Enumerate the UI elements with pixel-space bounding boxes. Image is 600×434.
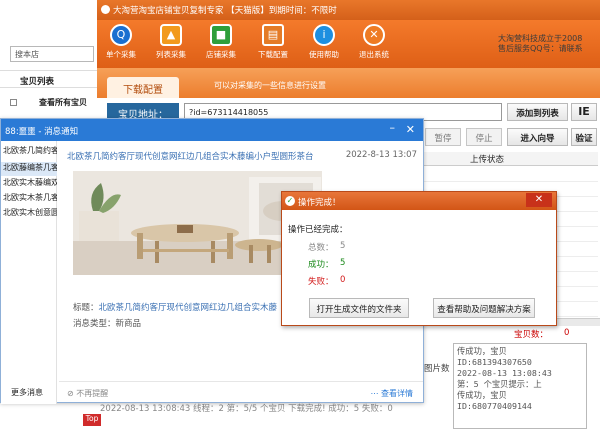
log-line: 第：5 个宝贝提示：上	[457, 379, 542, 389]
fail-label: 失败：	[308, 277, 334, 287]
item-checkbox[interactable]	[10, 99, 17, 106]
dialog-close-button[interactable]: ✕	[526, 193, 552, 207]
log-line: ID:680770409144	[457, 401, 532, 411]
open-folder-button[interactable]: 打开生成文件的文件夹	[309, 298, 409, 318]
tab-bar: 下载配置 可以对采集的一些信息进行设置	[97, 68, 600, 98]
close-icon[interactable]: ✕	[406, 123, 415, 136]
no-remind-icon: ⊘	[67, 389, 77, 398]
main-title-bar: 大淘营淘宝店铺宝贝复制专家 【天猫版】到期时间：不限时	[97, 0, 600, 20]
exit-button[interactable]: ✕ 退出系统	[354, 24, 394, 66]
notification-list-item[interactable]: 北欧实木茶几客厅...	[1, 192, 57, 206]
fail-value: 0	[340, 275, 346, 285]
chat-icon: ⋯	[370, 389, 381, 398]
detail-title-label: 标题：	[73, 303, 99, 313]
ie-button[interactable]: IE	[571, 103, 597, 121]
no-remind-label: 不再提醒	[76, 389, 109, 398]
view-detail-label: 查看详情	[381, 389, 413, 398]
notification-list-item[interactable]: 北欧藤编茶几客厅...	[1, 162, 57, 176]
detail-title-value[interactable]: 北欧茶几简约客厅现代创意网红边几组合实木藤	[99, 303, 278, 313]
status-line: 2022-08-13 13:08:43 线程：2 第：5/5 个宝贝 下载完成!…	[100, 404, 393, 414]
stop-button[interactable]: 停止	[466, 128, 502, 146]
tab-download-config[interactable]: 下载配置	[107, 77, 179, 98]
more-messages-link[interactable]: 更多消息	[11, 387, 43, 398]
item-list-header: 宝贝列表	[0, 70, 100, 88]
completed-label: 操作已经完成：	[288, 225, 348, 235]
download-config-button[interactable]: ▤ 下载配置	[253, 24, 293, 66]
total-label: 总数：	[308, 243, 334, 253]
help-solutions-button[interactable]: 查看帮助及问题解决方案	[433, 298, 535, 318]
notification-list-item[interactable]: 北欧实木创意圆形...	[1, 207, 57, 221]
item-count-value: 0	[564, 328, 570, 338]
log-line: 2022-08-13 13:08:43	[457, 368, 552, 378]
total-value: 5	[340, 241, 346, 251]
item-list-row-label: 查看所有宝贝	[39, 98, 87, 107]
help-icon: i	[313, 24, 335, 46]
no-remind-toggle[interactable]: ⊘ 不再提醒	[67, 388, 108, 399]
company-info-line2: 售后服务QQ号：请联系	[498, 44, 583, 53]
notification-list-item[interactable]: 北欧实木藤编双层...	[1, 177, 57, 191]
dialog-title-bar: ✓ 操作完成！	[282, 192, 556, 210]
download-config-icon: ▤	[262, 24, 284, 46]
log-line: 传成功，宝贝	[457, 390, 507, 400]
notification-title: 88:噩噩 - 消息通知	[1, 119, 423, 141]
log-line: 传成功，宝贝	[457, 346, 507, 356]
minimize-icon[interactable]: –	[390, 121, 396, 134]
notification-list: 北欧茶几简约客厅... 北欧藤编茶几客厅... 北欧实木藤编双层... 北欧实木…	[1, 141, 57, 404]
pause-button[interactable]: 暂停	[425, 128, 461, 146]
log-panel[interactable]: 传成功，宝贝 ID:681394307650 2022-08-13 13:08:…	[453, 343, 587, 429]
verify-button[interactable]: 验证	[571, 128, 597, 146]
single-collect-button[interactable]: Q 单个采集	[101, 24, 141, 66]
import-wizard-button[interactable]: 进入向导	[507, 128, 568, 146]
list-collect-icon: ▲	[160, 24, 182, 46]
list-collect-button[interactable]: ▲ 列表采集	[151, 24, 191, 66]
item-count-label: 宝贝数：	[514, 330, 549, 340]
exit-icon: ✕	[363, 24, 385, 46]
item-count-bar: 宝贝数： 0	[424, 326, 589, 342]
shop-search-input[interactable]: 搜本店	[10, 46, 94, 62]
notification-footer: ⊘ 不再提醒 ⋯ 查看详情	[59, 381, 423, 403]
grid-row	[424, 167, 598, 182]
success-value: 5	[340, 258, 346, 268]
message-type: 消息类型：新商品	[73, 319, 142, 329]
ad-badge[interactable]: Top	[83, 414, 101, 426]
upload-status-header: 上传状态	[424, 152, 598, 166]
operation-complete-dialog: ✓ 操作完成！ ✕ 操作已经完成： 总数： 5 成功： 5 失败： 0 打开生成…	[281, 191, 557, 326]
notification-list-item[interactable]: 北欧茶几简约客厅...	[1, 145, 57, 159]
help-button[interactable]: i 使用帮助	[304, 24, 344, 66]
shop-collect-icon: ■	[210, 24, 232, 46]
main-title: 大淘营淘宝店铺宝贝复制专家 【天猫版】到期时间：不限时	[113, 6, 337, 16]
single-collect-icon: Q	[110, 24, 132, 46]
detail-title: 标题：北欧茶几简约客厅现代创意网红边几组合实木藤	[73, 301, 277, 313]
add-to-list-button[interactable]: 添加到列表	[507, 103, 568, 121]
view-detail-link[interactable]: ⋯ 查看详情	[370, 388, 413, 399]
notification-item-title[interactable]: 北欧茶几简约客厅现代创意网红边几组合实木藤编小户型圆形茶台	[67, 150, 314, 162]
item-list-row[interactable]: 查看所有宝贝	[0, 93, 100, 111]
app-logo-icon	[101, 5, 110, 14]
shop-collect-button[interactable]: ■ 店铺采集	[201, 24, 241, 66]
notification-item-date: 2022-8-13 13:07	[345, 150, 417, 160]
log-line: ID:681394307650	[457, 357, 532, 367]
dialog-title: 操作完成！	[298, 198, 341, 208]
success-label: 成功：	[308, 260, 334, 270]
tab-hint: 可以对采集的一些信息进行设置	[214, 81, 326, 90]
company-info-line1: 大淘营科技成立于2008	[498, 34, 583, 43]
company-info: 大淘营科技成立于2008 售后服务QQ号：请联系	[498, 34, 600, 54]
background-top-strip	[0, 0, 99, 22]
success-check-icon: ✓	[285, 196, 295, 206]
image-count-label: 图片数	[424, 364, 450, 374]
